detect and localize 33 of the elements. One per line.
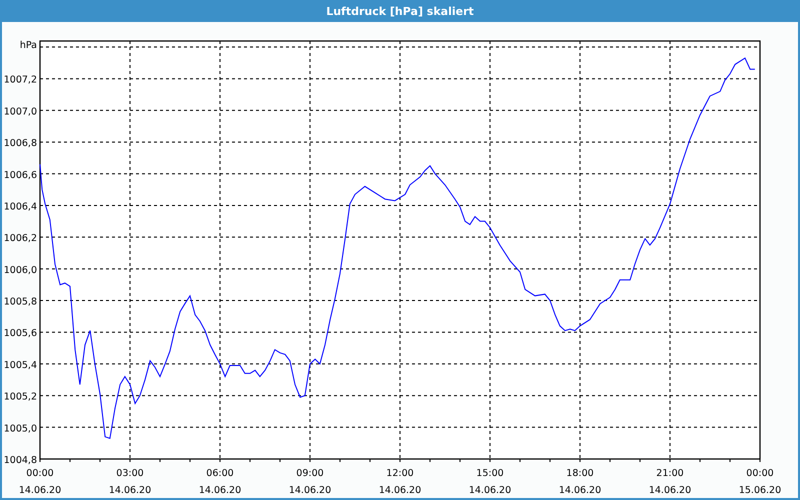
title-bar: Luftdruck [hPa] skaliert (0, 0, 800, 22)
y-tick-label: 1006,0 (4, 264, 37, 276)
x-date-label: 14.06.20 (198, 485, 242, 496)
x-tick-label: 06:00 (206, 468, 234, 479)
x-tick-label: 00:00 (26, 468, 54, 479)
x-tick-label: 03:00 (116, 468, 144, 479)
y-tick-label: 1005,6 (4, 328, 37, 340)
y-tick-label: 1006,4 (4, 201, 37, 212)
y-tick-label: 1007,2 (4, 74, 37, 86)
x-date-label: 15.06.20 (738, 485, 782, 496)
x-date-label: 14.06.20 (468, 485, 512, 496)
y-tick-label: 1006,6 (4, 170, 37, 181)
y-tick-label: 1005,2 (4, 392, 37, 403)
x-tick-label: 12:00 (386, 468, 414, 479)
y-tick-label: 1006,8 (4, 138, 37, 150)
x-date-label: 14.06.20 (288, 485, 332, 496)
x-date-label: 14.06.20 (558, 485, 602, 496)
y-tick-label: 1006,2 (4, 233, 37, 244)
x-date-label: 14.06.20 (378, 485, 422, 496)
y-tick-label: 1004,8 (4, 455, 37, 466)
x-tick-label: 15:00 (476, 468, 504, 479)
x-date-label: 14.06.20 (108, 485, 152, 496)
x-tick-label: 00:00 (746, 468, 774, 479)
x-date-label: 14.06.20 (648, 485, 692, 496)
y-tick-label: 1005,4 (4, 360, 37, 371)
y-tick-label: 1005,8 (4, 296, 37, 308)
x-tick-label: 18:00 (566, 468, 594, 479)
y-axis-unit: hPa (20, 40, 37, 51)
y-tick-label: 1007,0 (4, 106, 37, 118)
y-tick-label: 1005,0 (4, 423, 37, 434)
x-tick-label: 09:00 (296, 468, 324, 479)
x-tick-label: 21:00 (656, 468, 684, 479)
x-date-label: 14.06.20 (18, 485, 62, 496)
